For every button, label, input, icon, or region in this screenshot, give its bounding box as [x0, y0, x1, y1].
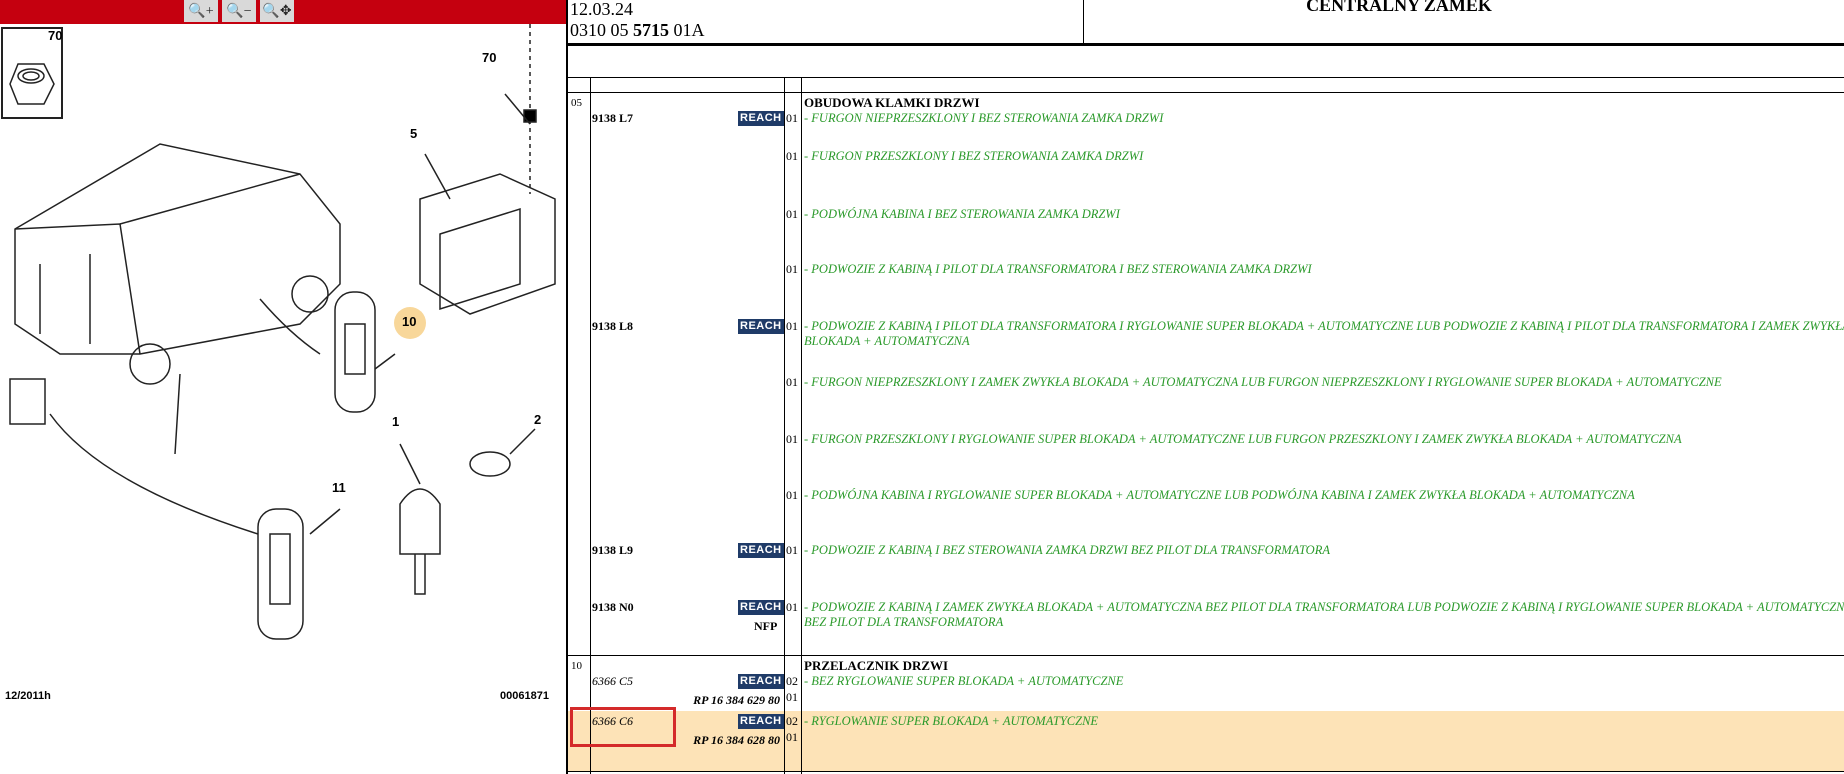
replacement-part-number[interactable]: RP 16 384 629 80 — [693, 693, 780, 708]
zoom-in-icon: 🔍+ — [188, 3, 214, 19]
header-date: 12.03.24 — [570, 0, 633, 19]
replacement-part-number[interactable]: RP 16 384 628 80 — [693, 733, 780, 748]
part-description: - PODWOZIE Z KABINĄ I BEZ STEROWANIA ZAM… — [804, 543, 1330, 557]
part-description: - PODWÓJNA KABINA I RYGLOWANIE SUPER BLO… — [804, 488, 1635, 502]
date-code: 12/2011h — [5, 690, 51, 702]
quantity: 01 — [786, 149, 798, 163]
pan-icon: 🔍✥ — [262, 3, 292, 19]
part-description: - FURGON NIEPRZESZKLONY I ZAMEK ZWYKŁA B… — [804, 375, 1722, 389]
part-description: - FURGON PRZESZKLONY I BEZ STEROWANIA ZA… — [804, 149, 1144, 163]
key-drawing — [399, 488, 441, 595]
quantity: 01 — [786, 111, 798, 125]
reach-badge: REACH — [738, 111, 784, 126]
nut-icon — [9, 63, 55, 105]
quantity: 02 — [786, 674, 798, 688]
quantity: 01 — [786, 432, 798, 446]
exploded-diagram[interactable]: 70 70 5 10 1 2 11 12/2011h 00061871 — [0, 24, 566, 774]
quantity: 01 — [786, 600, 798, 614]
part-note: NFP — [754, 619, 778, 633]
reach-badge: REACH — [738, 543, 784, 558]
image-ref: 00061871 — [500, 690, 549, 702]
van-drawing — [14, 143, 341, 385]
callout-1[interactable]: 1 — [392, 414, 399, 429]
quantity: 02 — [786, 714, 798, 728]
callout-10[interactable]: 10 — [402, 314, 416, 329]
zoom-in-button[interactable]: 🔍+ — [184, 0, 218, 22]
zoom-out-button[interactable]: 🔍− — [222, 0, 256, 22]
zoom-pan-button[interactable]: 🔍✥ — [260, 0, 294, 22]
part-description: - PODWOZIE Z KABINĄ I ZAMEK ZWYKŁA BLOKA… — [804, 600, 1844, 629]
part-description: - PODWOZIE Z KABINĄ I PILOT DLA TRANSFOR… — [804, 319, 1844, 348]
part-description: - PODWÓJNA KABINA I BEZ STEROWANIA ZAMKA… — [804, 207, 1120, 221]
callout-2[interactable]: 2 — [534, 412, 541, 427]
group-number: 10 — [571, 660, 582, 672]
quantity: 01 — [786, 319, 798, 333]
reach-badge: REACH — [738, 600, 784, 615]
switch-11-drawing — [9, 373, 304, 640]
part-number[interactable]: 9138 L8 — [592, 319, 633, 334]
parts-table: 12.03.24 0310 05 5715 01A CENTRALNY ZAME… — [566, 0, 1844, 774]
quantity: 01 — [786, 488, 798, 502]
quantity: 01 — [786, 262, 798, 276]
reach-badge: REACH — [738, 319, 784, 334]
callout-70[interactable]: 70 — [482, 50, 496, 65]
callout-11[interactable]: 11 — [332, 480, 346, 495]
part-description: - FURGON PRZESZKLONY I RYGLOWANIE SUPER … — [804, 432, 1682, 446]
connector-drawing — [419, 24, 556, 315]
part-description: - PODWOZIE Z KABINĄ I PILOT DLA TRANSFOR… — [804, 262, 1312, 276]
part-number[interactable]: 9138 L7 — [592, 111, 633, 126]
selection-marker — [570, 707, 676, 747]
reach-badge: REACH — [738, 714, 784, 729]
group-number: 05 — [571, 97, 582, 109]
part-number[interactable]: 9138 N0 — [592, 600, 634, 615]
header-reference: 0310 05 5715 01A — [570, 20, 705, 40]
replacement-quantity: 01 — [786, 690, 798, 704]
cap-drawing — [469, 451, 511, 477]
callout-70-inset: 70 — [48, 28, 63, 43]
header-title: CENTRALNY ZAMEK — [1306, 0, 1492, 15]
quantity: 01 — [786, 207, 798, 221]
part-number[interactable]: 6366 C5 — [592, 674, 633, 689]
group-title: PRZELACZNIK DRZWI — [804, 658, 949, 673]
part-description: - RYGLOWANIE SUPER BLOKADA + AUTOMATYCZN… — [804, 714, 1099, 728]
part-description: - FURGON NIEPRZESZKLONY I BEZ STEROWANIA… — [804, 111, 1164, 125]
part-number[interactable]: 9138 L9 — [592, 543, 633, 558]
quantity: 01 — [786, 375, 798, 389]
reach-badge: REACH — [738, 674, 784, 689]
diagram-toolbar: 🔍+ 🔍− 🔍✥ — [0, 0, 566, 24]
callout-5[interactable]: 5 — [410, 126, 417, 141]
group-title: OBUDOWA KLAMKI DRZWI — [804, 95, 980, 110]
quantity: 01 — [786, 543, 798, 557]
zoom-out-icon: 🔍− — [226, 3, 252, 19]
replacement-quantity: 01 — [786, 730, 798, 744]
parts-drawing — [1, 24, 556, 640]
part-description: - BEZ RYGLOWANIE SUPER BLOKADA + AUTOMAT… — [804, 674, 1124, 688]
